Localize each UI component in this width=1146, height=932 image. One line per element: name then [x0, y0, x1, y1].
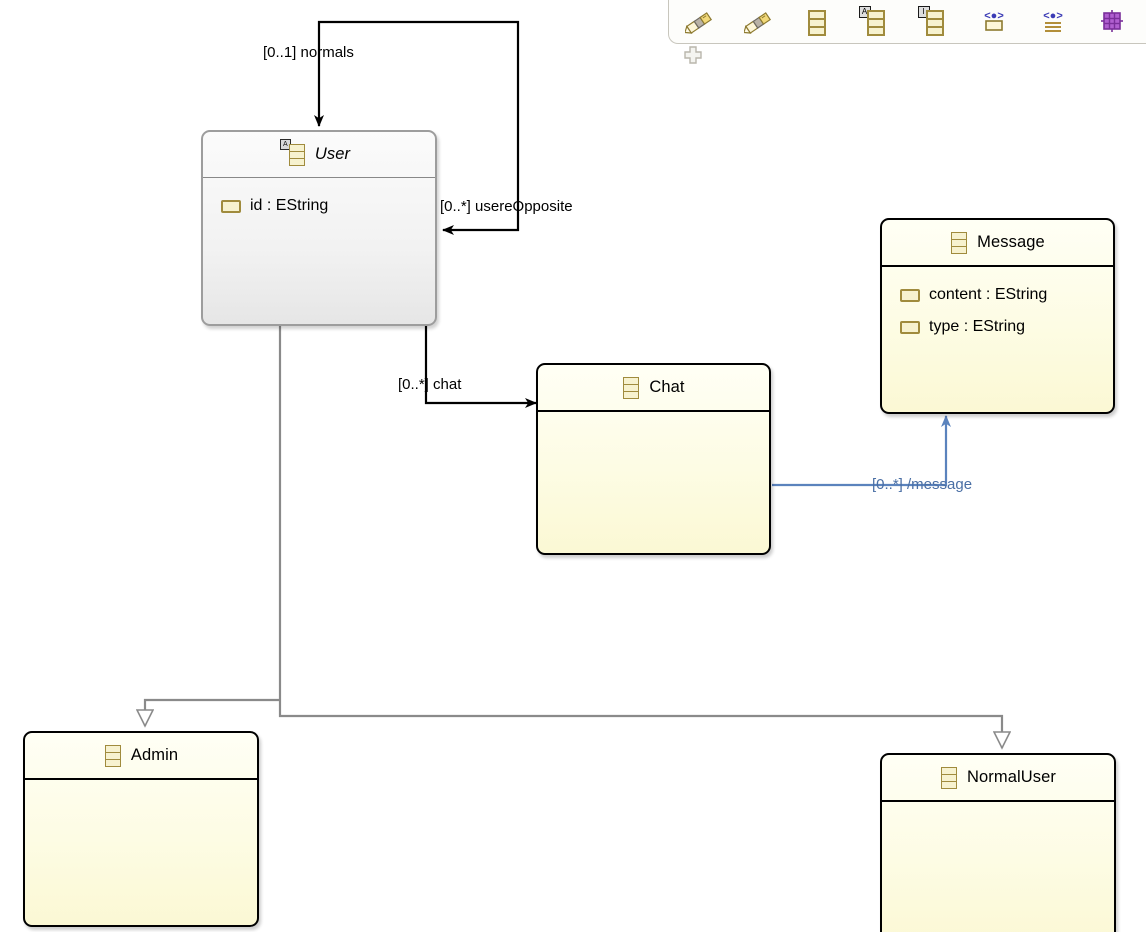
class-attributes-user: id : EString	[203, 178, 435, 222]
attribute-label: content : EString	[929, 286, 1048, 303]
class-node-message[interactable]: Message content : EString type : EString	[880, 218, 1115, 414]
pencil-icon	[683, 10, 713, 36]
palette-tool-eenum[interactable]: <●>	[964, 2, 1023, 44]
class-name-message: Message	[977, 233, 1045, 251]
eclass-icon	[622, 376, 640, 400]
class-name-chat: Chat	[649, 378, 685, 396]
eclass-icon	[940, 766, 958, 790]
class-attributes-message: content : EString type : EString	[882, 267, 1113, 343]
eclass-interface-icon: I	[917, 6, 944, 36]
class-node-chat[interactable]: Chat	[536, 363, 771, 555]
class-name-normaluser: NormalUser	[966, 768, 1056, 786]
palette-expand-handle[interactable]	[683, 45, 705, 67]
palette-tool-ereference[interactable]	[669, 2, 728, 44]
palette-tool-einheritance[interactable]	[728, 2, 787, 44]
class-header-chat: Chat	[538, 365, 769, 412]
class-node-user[interactable]: A User id : EString	[201, 130, 437, 326]
diagram-palette[interactable]: A I <●> <●>	[668, 0, 1146, 64]
class-attributes-admin	[25, 780, 257, 792]
eattribute-icon	[900, 320, 920, 334]
class-header-message: Message	[882, 220, 1113, 267]
attribute-label: id : EString	[250, 197, 329, 214]
palette-tool-einterface[interactable]: I	[905, 2, 964, 44]
eclass-abstract-icon: A	[858, 6, 885, 36]
eattribute-icon	[221, 199, 241, 213]
eclass-icon	[950, 231, 968, 255]
class-header-user: A User	[203, 132, 435, 178]
eenum-icon: <●>	[981, 8, 1007, 39]
edge-label-message: [0..*] /message	[872, 476, 973, 493]
palette-tool-eclass[interactable]	[787, 2, 846, 44]
attribute-row[interactable]: content : EString	[882, 279, 1113, 311]
edge-label-normals: [0..1] normals	[263, 44, 354, 61]
class-attributes-normaluser	[882, 802, 1114, 814]
edatatype-icon: <●>	[1040, 8, 1066, 39]
class-header-admin: Admin	[25, 733, 257, 780]
class-header-normaluser: NormalUser	[882, 755, 1114, 802]
pencil-icon	[742, 10, 772, 36]
attribute-label: type : EString	[929, 318, 1026, 335]
eattribute-icon	[900, 288, 920, 302]
palette-tool-row: A I <●> <●>	[669, 1, 1146, 45]
svg-text:<●>: <●>	[1043, 10, 1063, 22]
edge-message[interactable]	[772, 415, 951, 487]
eclass-icon	[104, 744, 122, 768]
palette-tool-epackage[interactable]	[1082, 2, 1141, 44]
class-name-admin: Admin	[130, 746, 179, 764]
attribute-row[interactable]: id : EString	[203, 190, 435, 222]
ecore-class-diagram-canvas[interactable]: [0..1] normals [0..*] usereOpposite [0..…	[0, 0, 1146, 932]
class-attributes-chat	[538, 412, 769, 424]
class-node-normaluser[interactable]: NormalUser	[880, 753, 1116, 932]
class-name-user: User	[314, 145, 351, 163]
attribute-row[interactable]: type : EString	[882, 311, 1113, 343]
epackage-icon	[1099, 8, 1125, 39]
edge-label-chat: [0..*] chat	[398, 376, 462, 393]
eclass-icon	[807, 10, 826, 36]
edge-normals[interactable]	[314, 20, 520, 127]
class-node-admin[interactable]: Admin	[23, 731, 259, 927]
palette-tool-eabstract-class[interactable]: A	[846, 2, 905, 44]
edge-label-usereopposite: [0..*] usereOpposite	[440, 198, 573, 215]
eclass-abstract-icon: A	[279, 138, 306, 167]
palette-tool-edatatype[interactable]: <●>	[1023, 2, 1082, 44]
